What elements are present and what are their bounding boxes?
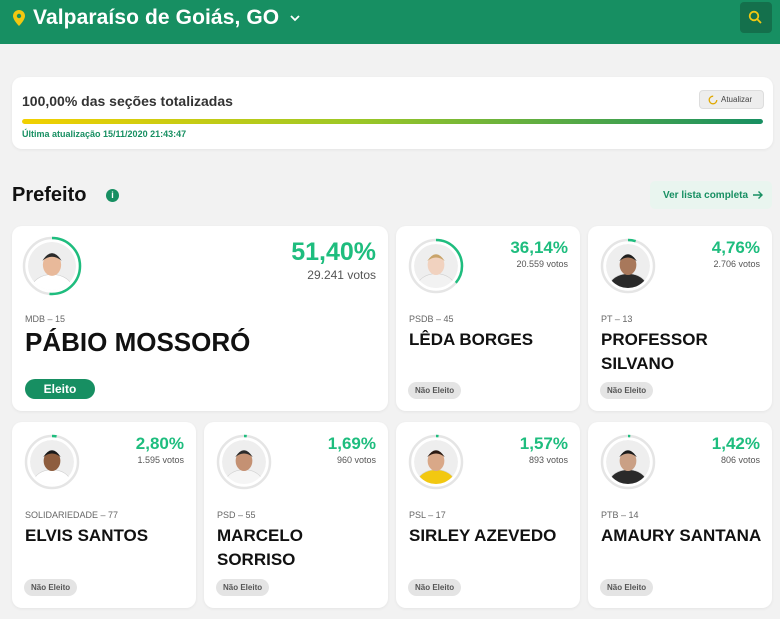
candidate-card[interactable]: 1,57% 893 votos PSL – 17 SIRLEY AZEVEDO … bbox=[396, 422, 580, 608]
candidate-photo bbox=[216, 434, 272, 490]
candidate-percent: 51,40% bbox=[291, 238, 376, 266]
candidate-photo bbox=[600, 434, 656, 490]
city-selector-label[interactable]: Valparaíso de Goiás, GO bbox=[33, 6, 279, 30]
candidate-photo bbox=[22, 236, 82, 296]
candidate-card[interactable]: 4,76% 2.706 votos PT – 13 PROFESSOR SILV… bbox=[588, 226, 772, 411]
candidate-avatar bbox=[408, 434, 464, 490]
sections-totalized-text: 100,00% das seções totalizadas bbox=[22, 93, 233, 109]
candidate-votes: 1.595 votos bbox=[137, 455, 184, 465]
totalization-status-card: 100,00% das seções totalizadas Atualizar… bbox=[12, 77, 773, 149]
see-full-list-button[interactable]: Ver lista completa bbox=[650, 181, 772, 209]
candidate-votes: 29.241 votos bbox=[307, 268, 376, 282]
see-full-list-label: Ver lista completa bbox=[663, 190, 749, 201]
refresh-label: Atualizar bbox=[721, 95, 753, 104]
candidate-name: PÁBIO MOSSORÓ bbox=[25, 327, 251, 357]
candidate-name: PROFESSOR SILVANO bbox=[601, 330, 708, 373]
search-icon bbox=[748, 10, 762, 24]
not-elected-badge: Não Eleito bbox=[600, 579, 654, 596]
chevron-down-icon[interactable] bbox=[289, 13, 301, 23]
candidate-photo bbox=[24, 434, 80, 490]
candidate-avatar bbox=[216, 434, 272, 490]
info-icon[interactable]: i bbox=[106, 189, 119, 202]
not-elected-badge: Não Eleito bbox=[24, 579, 78, 596]
candidate-avatar bbox=[22, 236, 82, 296]
sections-progress-bar bbox=[22, 119, 763, 124]
candidate-name: ELVIS SANTOS bbox=[25, 526, 149, 545]
candidate-percent: 1,69% bbox=[327, 434, 376, 453]
not-elected-badge: Não Eleito bbox=[216, 579, 270, 596]
section-title: Prefeito bbox=[12, 184, 87, 206]
candidate-photo bbox=[408, 238, 464, 294]
candidate-percent: 1,57% bbox=[519, 434, 568, 453]
candidate-photo bbox=[408, 434, 464, 490]
candidate-percent: 2,80% bbox=[135, 434, 184, 453]
elected-badge: Eleito bbox=[25, 379, 95, 399]
candidate-votes: 893 votos bbox=[528, 455, 568, 465]
candidate-party: MDB – 15 bbox=[25, 314, 66, 324]
candidate-votes: 960 votos bbox=[336, 455, 376, 465]
candidate-avatar bbox=[600, 434, 656, 490]
candidate-card[interactable]: 2,80% 1.595 votos SOLIDARIEDADE – 77 ELV… bbox=[12, 422, 196, 608]
refresh-button[interactable]: Atualizar bbox=[699, 90, 764, 109]
candidate-avatar bbox=[24, 434, 80, 490]
candidate-percent: 1,42% bbox=[711, 434, 760, 453]
candidate-name: MARCELO SORRISO bbox=[217, 526, 303, 569]
candidate-name: LÊDA BORGES bbox=[409, 330, 534, 349]
location-pin-icon bbox=[13, 10, 25, 26]
candidate-party: PSDB – 45 bbox=[409, 314, 454, 324]
candidate-percent: 4,76% bbox=[711, 238, 760, 257]
top-bar: Valparaíso de Goiás, GO bbox=[0, 0, 780, 44]
candidate-votes: 2.706 votos bbox=[713, 259, 760, 269]
candidate-percent: 36,14% bbox=[510, 238, 568, 257]
arrow-right-icon bbox=[753, 191, 763, 199]
candidate-party: SOLIDARIEDADE – 77 bbox=[25, 510, 119, 520]
not-elected-badge: Não Eleito bbox=[600, 382, 654, 399]
sections-progress-fill bbox=[22, 119, 763, 124]
candidate-card[interactable]: 1,42% 806 votos PTB – 14 AMAURY SANTANA … bbox=[588, 422, 772, 608]
candidate-card[interactable]: 1,69% 960 votos PSD – 55 MARCELO SORRISO… bbox=[204, 422, 388, 608]
candidate-avatar bbox=[408, 238, 464, 294]
candidate-party: PTB – 14 bbox=[601, 510, 639, 520]
candidate-card[interactable]: 51,40% 29.241 votos MDB – 15 PÁBIO MOSSO… bbox=[12, 226, 388, 411]
search-button[interactable] bbox=[740, 2, 772, 33]
candidate-votes: 20.559 votos bbox=[516, 259, 568, 269]
candidate-party: PSL – 17 bbox=[409, 510, 446, 520]
candidate-name: SIRLEY AZEVEDO bbox=[409, 526, 557, 545]
candidate-name: AMAURY SANTANA bbox=[601, 526, 762, 545]
candidate-votes: 806 votos bbox=[720, 455, 760, 465]
last-update-text: Última atualização 15/11/2020 21:43:47 bbox=[22, 129, 187, 139]
candidate-avatar bbox=[600, 238, 656, 294]
candidate-photo bbox=[600, 238, 656, 294]
candidate-card[interactable]: 36,14% 20.559 votos PSDB – 45 LÊDA BORGE… bbox=[396, 226, 580, 411]
refresh-icon bbox=[708, 95, 718, 105]
candidate-party: PSD – 55 bbox=[217, 510, 256, 520]
candidate-party: PT – 13 bbox=[601, 314, 633, 324]
not-elected-badge: Não Eleito bbox=[408, 579, 462, 596]
not-elected-badge: Não Eleito bbox=[408, 382, 462, 399]
